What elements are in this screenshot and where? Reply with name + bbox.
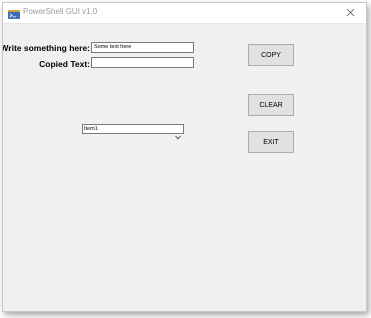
write-label: Write something here: xyxy=(2,43,90,53)
window-title: PowerShell GUI v1.0 xyxy=(23,7,98,16)
app-window: PowerShell GUI v1.0 Write something here… xyxy=(2,2,367,312)
app-icon xyxy=(8,7,20,19)
title-bar[interactable]: PowerShell GUI v1.0 xyxy=(3,3,366,24)
copy-button[interactable]: COPY xyxy=(248,44,294,66)
clear-button[interactable]: CLEAR xyxy=(248,94,294,116)
exit-button[interactable]: EXIT xyxy=(248,131,294,153)
copied-label: Copied Text: xyxy=(39,59,90,69)
chevron-down-icon[interactable] xyxy=(175,127,181,145)
write-input[interactable]: Some text here xyxy=(91,42,194,53)
close-icon xyxy=(346,8,355,17)
copied-text-field[interactable] xyxy=(91,57,194,68)
item-dropdown[interactable]: Item1 xyxy=(82,124,184,140)
dropdown-selected-value: Item1 xyxy=(84,126,98,132)
close-button[interactable] xyxy=(336,3,366,23)
